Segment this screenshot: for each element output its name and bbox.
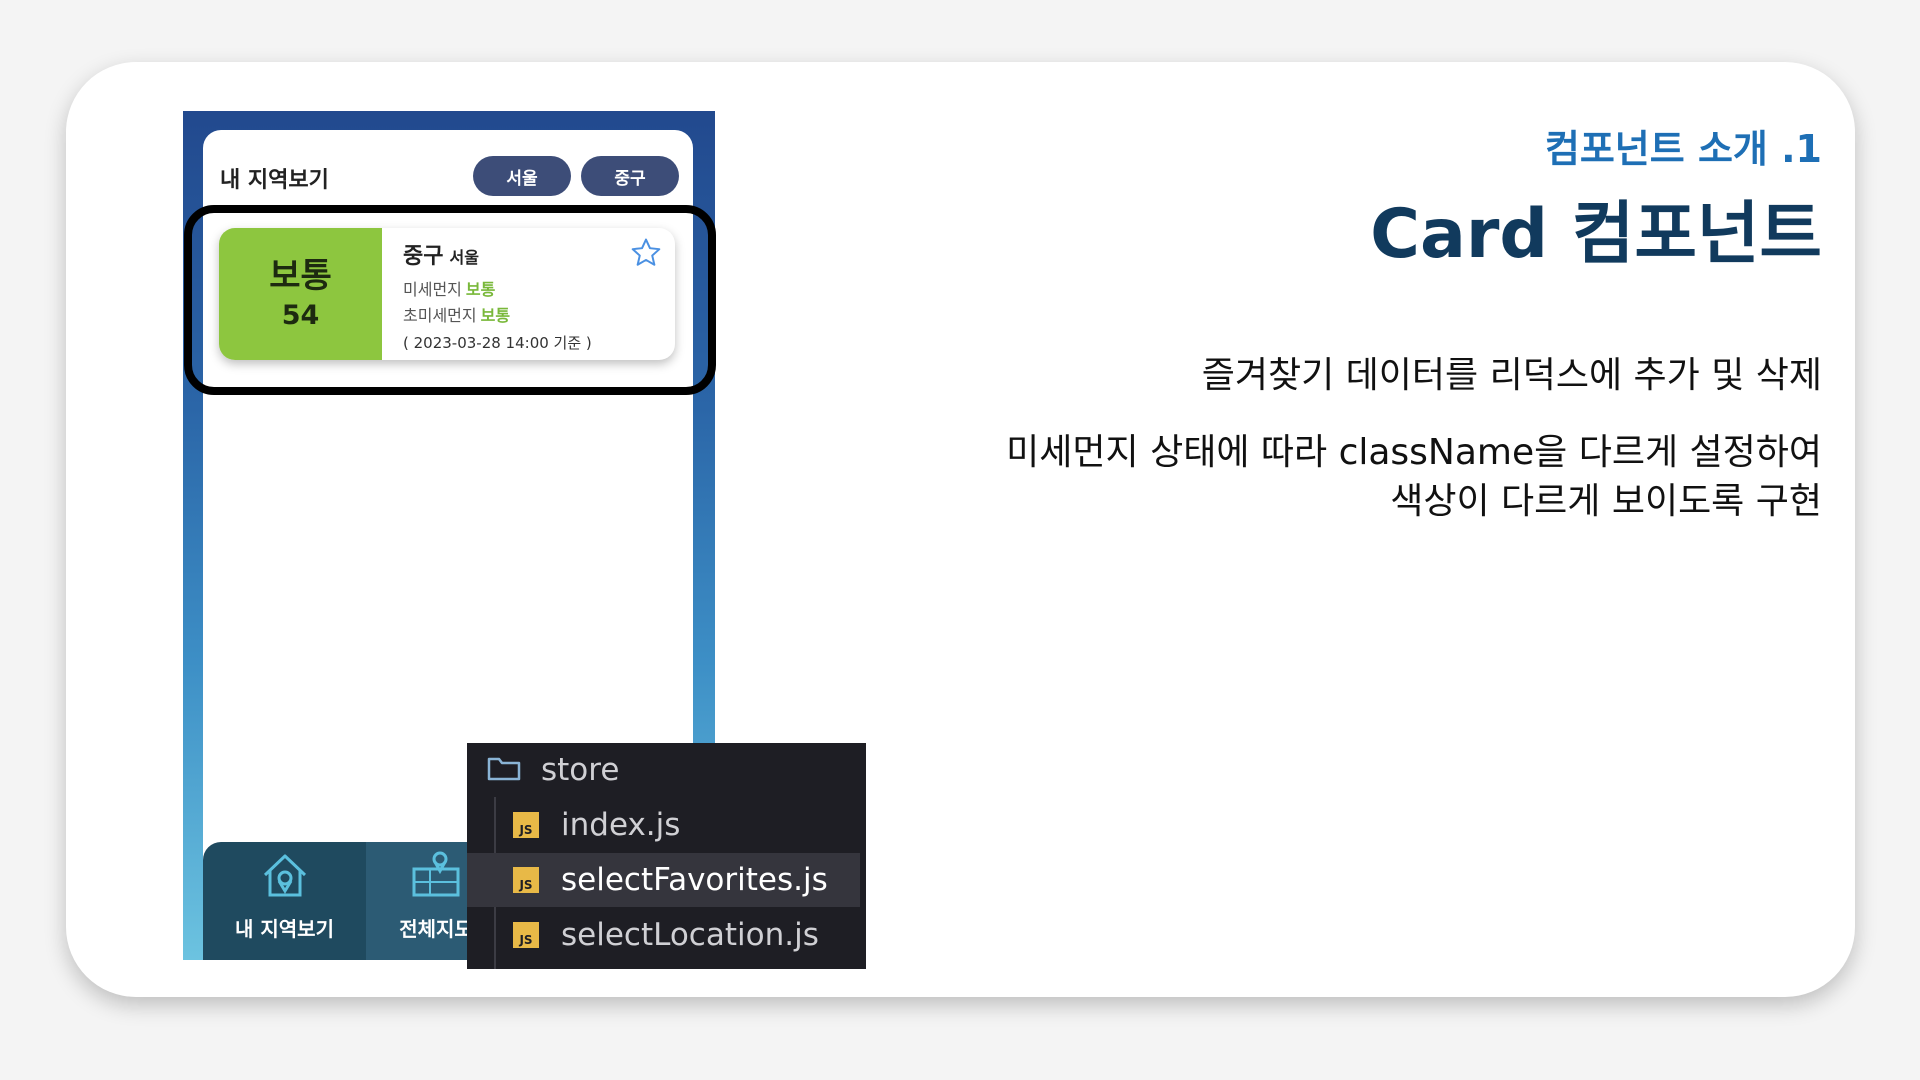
file-name: index.js: [561, 807, 681, 843]
slide-title: Card 컴포넌트: [1370, 195, 1822, 274]
description-2-line-2: 색상이 다르게 보이도록 구현: [1390, 481, 1822, 522]
nav-all-label: 전체지도: [399, 917, 473, 941]
file-name: selectFavorites.js: [561, 862, 828, 898]
station-select[interactable]: 중구: [581, 156, 679, 196]
file-tree: store JS index.js JS selectFavorites.js …: [467, 743, 866, 969]
nav-mine-label: 내 지역보기: [235, 917, 334, 941]
map-icon: [412, 851, 460, 897]
folder-icon: [487, 757, 521, 781]
nav-mine[interactable]: 내 지역보기: [203, 842, 366, 960]
home-location-icon: [263, 854, 306, 897]
file-row[interactable]: JS selectLocation.js: [467, 908, 866, 962]
js-file-icon: JS: [513, 867, 539, 893]
description-2-line-1: 미세먼지 상태에 따라 className을 다르게 설정하여: [1006, 432, 1822, 473]
file-row[interactable]: JS index.js: [467, 798, 866, 852]
sido-select[interactable]: 서울: [473, 156, 571, 196]
file-name: selectLocation.js: [561, 917, 819, 953]
header-title: 내 지역보기: [220, 168, 329, 193]
js-file-icon: JS: [513, 812, 539, 838]
file-row-selected[interactable]: JS selectFavorites.js: [467, 853, 860, 907]
card-highlight-box: [184, 205, 716, 395]
js-file-icon: JS: [513, 922, 539, 948]
folder-row[interactable]: store: [467, 743, 866, 797]
slide-subtitle: 컴포넌트 소개 .1: [1544, 127, 1822, 171]
description-1: 즐겨찾기 데이터를 리덕스에 추가 및 삭제: [1201, 355, 1822, 396]
folder-name: store: [541, 752, 620, 788]
